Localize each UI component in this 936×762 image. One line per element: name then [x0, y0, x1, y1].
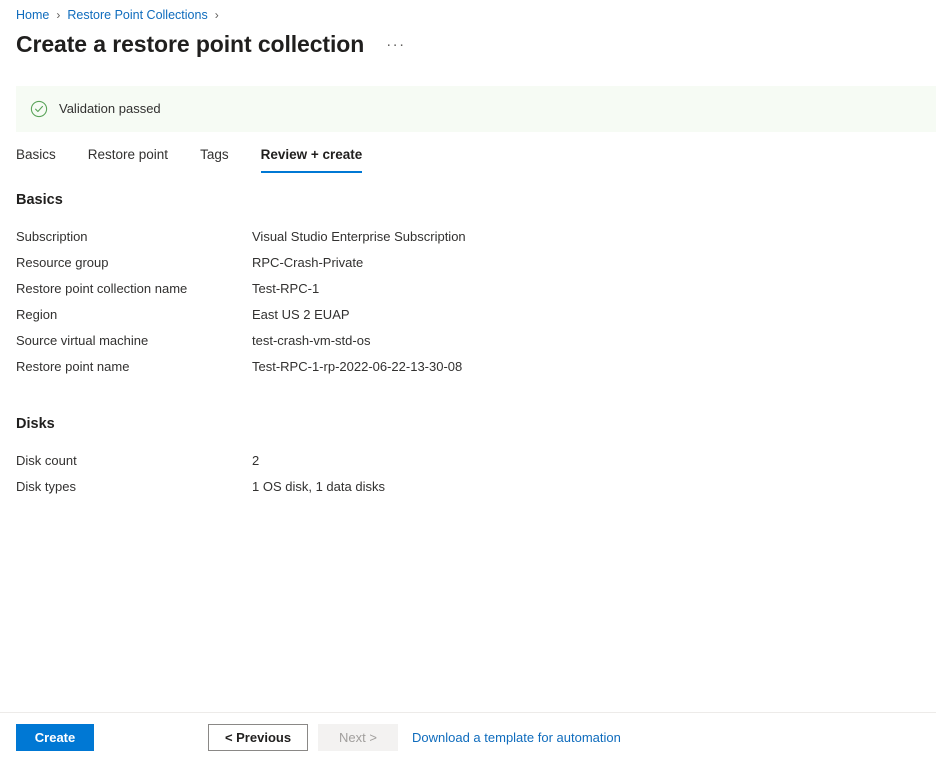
summary-label-restore-point-name: Restore point name — [16, 359, 130, 374]
summary-value-disk-types: 1 OS disk, 1 data disks — [252, 479, 385, 494]
tab-review-create[interactable]: Review + create — [260, 145, 362, 173]
create-button[interactable]: Create — [16, 724, 94, 751]
summary-table-basics: Subscription Visual Studio Enterprise Su… — [16, 228, 920, 384]
summary-label-resource-group: Resource group — [16, 255, 109, 270]
breadcrumb-separator-icon: › — [214, 8, 219, 22]
summary-value-disk-count: 2 — [252, 453, 260, 468]
breadcrumb-item-restore-point-collections[interactable]: Restore Point Collections — [67, 6, 207, 24]
validation-message: Validation passed — [59, 101, 161, 116]
breadcrumb: Home › Restore Point Collections › — [16, 6, 226, 24]
wizard-tabs: Basics Restore point Tags Review + creat… — [16, 145, 394, 173]
summary-row: Disk types 1 OS disk, 1 data disks — [16, 478, 920, 504]
summary-value-restore-point-collection-name: Test-RPC-1 — [252, 281, 320, 296]
summary-value-restore-point-name: Test-RPC-1-rp-2022-06-22-13-30-08 — [252, 359, 463, 374]
summary-label-disk-count: Disk count — [16, 453, 77, 468]
summary-table-disks: Disk count 2 Disk types 1 OS disk, 1 dat… — [16, 452, 920, 504]
section-heading-basics: Basics — [16, 192, 63, 208]
tab-basics[interactable]: Basics — [16, 145, 56, 173]
summary-value-subscription: Visual Studio Enterprise Subscription — [252, 229, 466, 244]
summary-label-subscription: Subscription — [16, 229, 88, 244]
summary-row: Restore point collection name Test-RPC-1 — [16, 280, 920, 306]
wizard-footer: Create < Previous Next > Download a temp… — [0, 713, 936, 762]
breadcrumb-item-home[interactable]: Home — [16, 6, 49, 24]
page-title: Create a restore point collection — [16, 31, 365, 57]
summary-row: Disk count 2 — [16, 452, 920, 478]
tab-restore-point[interactable]: Restore point — [88, 145, 168, 173]
summary-label-region: Region — [16, 307, 58, 322]
section-heading-disks: Disks — [16, 416, 55, 432]
summary-value-source-virtual-machine: test-crash-vm-std-os — [252, 333, 371, 348]
summary-row: Subscription Visual Studio Enterprise Su… — [16, 228, 920, 254]
breadcrumb-separator-icon: › — [56, 8, 61, 22]
summary-value-resource-group: RPC-Crash-Private — [252, 255, 364, 270]
summary-label-disk-types: Disk types — [16, 479, 76, 494]
download-template-link[interactable]: Download a template for automation — [412, 729, 621, 747]
page-header: Create a restore point collection ··· — [16, 29, 409, 59]
next-button: Next > — [318, 724, 398, 751]
summary-row: Source virtual machine test-crash-vm-std… — [16, 332, 920, 358]
check-circle-icon — [30, 100, 48, 118]
summary-value-region: East US 2 EUAP — [252, 307, 350, 322]
summary-label-source-virtual-machine: Source virtual machine — [16, 333, 149, 348]
tab-tags[interactable]: Tags — [200, 145, 229, 173]
summary-row: Restore point name Test-RPC-1-rp-2022-06… — [16, 358, 920, 384]
previous-button[interactable]: < Previous — [208, 724, 308, 751]
more-options-icon[interactable]: ··· — [383, 35, 409, 55]
summary-label-restore-point-collection-name: Restore point collection name — [16, 281, 188, 296]
summary-row: Resource group RPC-Crash-Private — [16, 254, 920, 280]
review-summary: Basics Subscription Visual Studio Enterp… — [16, 190, 920, 504]
validation-banner: Validation passed — [16, 86, 936, 132]
summary-row: Region East US 2 EUAP — [16, 306, 920, 332]
